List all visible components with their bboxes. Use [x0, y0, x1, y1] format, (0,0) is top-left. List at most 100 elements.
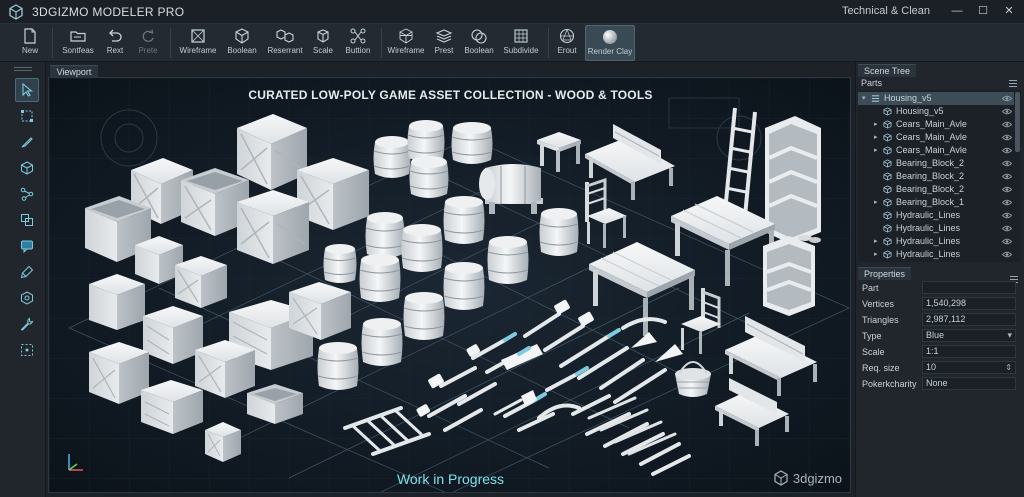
visibility-eye-icon[interactable] — [1002, 212, 1012, 219]
tree-item[interactable]: ▸ Cears_Main_Avle — [858, 118, 1014, 131]
prest-button[interactable]: Prest — [431, 25, 457, 61]
property-field[interactable]: None — [922, 377, 1016, 390]
brush-tool[interactable] — [15, 260, 39, 284]
cube-tool[interactable] — [15, 156, 39, 180]
transform-icon — [21, 110, 33, 122]
tree-item-label: Bearing_Block_2 — [896, 171, 965, 181]
tree-item[interactable]: ▾ Housing_v5 — [858, 92, 1014, 105]
render-clay-button[interactable]: Render Clay — [585, 25, 635, 61]
mesh-icon — [883, 185, 892, 194]
toolbar-separator — [52, 28, 53, 58]
wireframe-button[interactable]: Wireframe — [177, 25, 219, 61]
tree-item[interactable]: Bearing_Block_2 — [858, 170, 1014, 183]
sontfeas-button[interactable]: Sontfeas — [58, 25, 98, 61]
cube-icon — [21, 161, 33, 175]
property-field[interactable]: 2,987,112 — [922, 313, 1016, 326]
mesh-icon — [883, 159, 892, 168]
visibility-eye-icon[interactable] — [1002, 95, 1012, 102]
tree-item[interactable]: Housing_v5 — [858, 105, 1014, 118]
copy-tool[interactable] — [15, 208, 39, 232]
close-button[interactable]: ✕ — [1002, 4, 1016, 18]
chevron-right-icon[interactable]: ▸ — [874, 144, 878, 157]
minimize-button[interactable]: — — [950, 4, 964, 18]
open-folder-icon — [70, 31, 86, 42]
property-spinner[interactable]: 10 — [922, 361, 1016, 374]
subdivide-button[interactable]: Subdivide — [500, 25, 542, 61]
mesh-icon — [883, 107, 892, 116]
visibility-eye-icon[interactable] — [1002, 160, 1012, 167]
viewport-heading: CURATED LOW-POLY GAME ASSET COLLECTION -… — [248, 88, 653, 102]
scale-button[interactable]: Scale — [310, 25, 336, 61]
tree-item-label: Housing_v5 — [896, 106, 944, 116]
wrench-tool[interactable] — [15, 312, 39, 336]
visibility-eye-icon[interactable] — [1002, 225, 1012, 232]
preset-name[interactable]: Technical & Clean — [842, 5, 930, 17]
tree-item[interactable]: ▸ Cears_Main_Avle — [858, 131, 1014, 144]
visibility-eye-icon[interactable] — [1002, 134, 1012, 141]
chevron-right-icon[interactable]: ▸ — [874, 131, 878, 144]
tree-item[interactable]: Hydraulic_Lines — [858, 209, 1014, 222]
visibility-eye-icon[interactable] — [1002, 147, 1012, 154]
property-field[interactable]: 1,540,298 — [922, 297, 1016, 310]
property-field[interactable] — [922, 281, 1016, 294]
visibility-eye-icon[interactable] — [1002, 251, 1012, 258]
tree-scrollbar[interactable] — [1015, 92, 1020, 152]
reserrant-button[interactable]: Reserrant — [265, 25, 305, 61]
erout-button[interactable]: Erout — [553, 25, 581, 61]
mesh-icon — [883, 120, 892, 129]
visibility-eye-icon[interactable] — [1002, 108, 1012, 115]
visibility-eye-icon[interactable] — [1002, 199, 1012, 206]
tree-item[interactable]: ▸ Bearing_Block_1 — [858, 196, 1014, 209]
pen-tool[interactable] — [15, 130, 39, 154]
tree-item-label: Hydraulic_Lines — [896, 249, 961, 259]
rext-button[interactable]: Rext — [102, 25, 128, 61]
property-label: Vertices — [862, 299, 895, 309]
transform-tool[interactable] — [15, 104, 39, 128]
measure-tool[interactable] — [15, 338, 39, 362]
chevron-right-icon[interactable]: ▸ — [874, 235, 878, 248]
viewport-3d[interactable]: CURATED LOW-POLY GAME ASSET COLLECTION -… — [48, 77, 851, 493]
chevron-right-icon[interactable]: ▸ — [874, 248, 878, 261]
mesh-icon — [883, 133, 892, 142]
node-tool[interactable] — [15, 182, 39, 206]
scene-render — [49, 78, 850, 492]
mesh-icon — [883, 146, 892, 155]
hexagon-icon — [21, 291, 33, 305]
new-button[interactable]: New — [14, 25, 46, 61]
tab-properties[interactable]: Properties — [858, 267, 912, 280]
visibility-eye-icon[interactable] — [1002, 173, 1012, 180]
maximize-button[interactable]: ☐ — [976, 4, 990, 18]
tree-item[interactable]: ▸ Cears_Main_Avle — [858, 144, 1014, 157]
select-tool[interactable] — [15, 78, 39, 102]
redo-icon — [142, 29, 154, 42]
tree-item[interactable]: ▸ Hydraulic_Lines — [858, 248, 1014, 261]
prete-button[interactable]: Prete — [134, 25, 162, 61]
menu-icon[interactable] — [1009, 80, 1017, 87]
chevron-down-icon[interactable]: ▾ — [862, 92, 866, 105]
visibility-eye-icon[interactable] — [1002, 121, 1012, 128]
node-icon — [20, 187, 34, 201]
tree-item-label: Bearing_Block_1 — [896, 197, 965, 207]
panel-grip[interactable] — [14, 67, 32, 71]
title-bar: 3DGIZMO MODELER PRO Technical & Clean — … — [0, 0, 1024, 24]
tab-viewport[interactable]: Viewport — [50, 65, 98, 77]
tree-item-label: Cears_Main_Avle — [896, 145, 967, 155]
tree-item[interactable]: Bearing_Block_2 — [858, 183, 1014, 196]
chevron-right-icon[interactable]: ▸ — [874, 196, 878, 209]
wireframe-cube-button[interactable]: Wireframe — [386, 25, 426, 61]
property-label: Pokerkcharity — [862, 379, 917, 389]
tree-item[interactable]: Hydraulic_Lines — [858, 222, 1014, 235]
chat-tool[interactable] — [15, 234, 39, 258]
boolean-spheres-button[interactable]: Boolean — [461, 25, 497, 61]
chevron-right-icon[interactable]: ▸ — [874, 118, 878, 131]
property-field[interactable]: 1:1 — [922, 345, 1016, 358]
visibility-eye-icon[interactable] — [1002, 238, 1012, 245]
tab-scene-tree[interactable]: Scene Tree — [858, 64, 917, 77]
buttion-button[interactable]: Buttion — [342, 25, 374, 61]
boolean-button[interactable]: Boolean — [225, 25, 259, 61]
hexagon-tool[interactable] — [15, 286, 39, 310]
tree-item[interactable]: ▸ Hydraulic_Lines — [858, 235, 1014, 248]
visibility-eye-icon[interactable] — [1002, 186, 1012, 193]
tree-item[interactable]: Bearing_Block_2 — [858, 157, 1014, 170]
property-dropdown[interactable]: Blue — [922, 329, 1016, 342]
